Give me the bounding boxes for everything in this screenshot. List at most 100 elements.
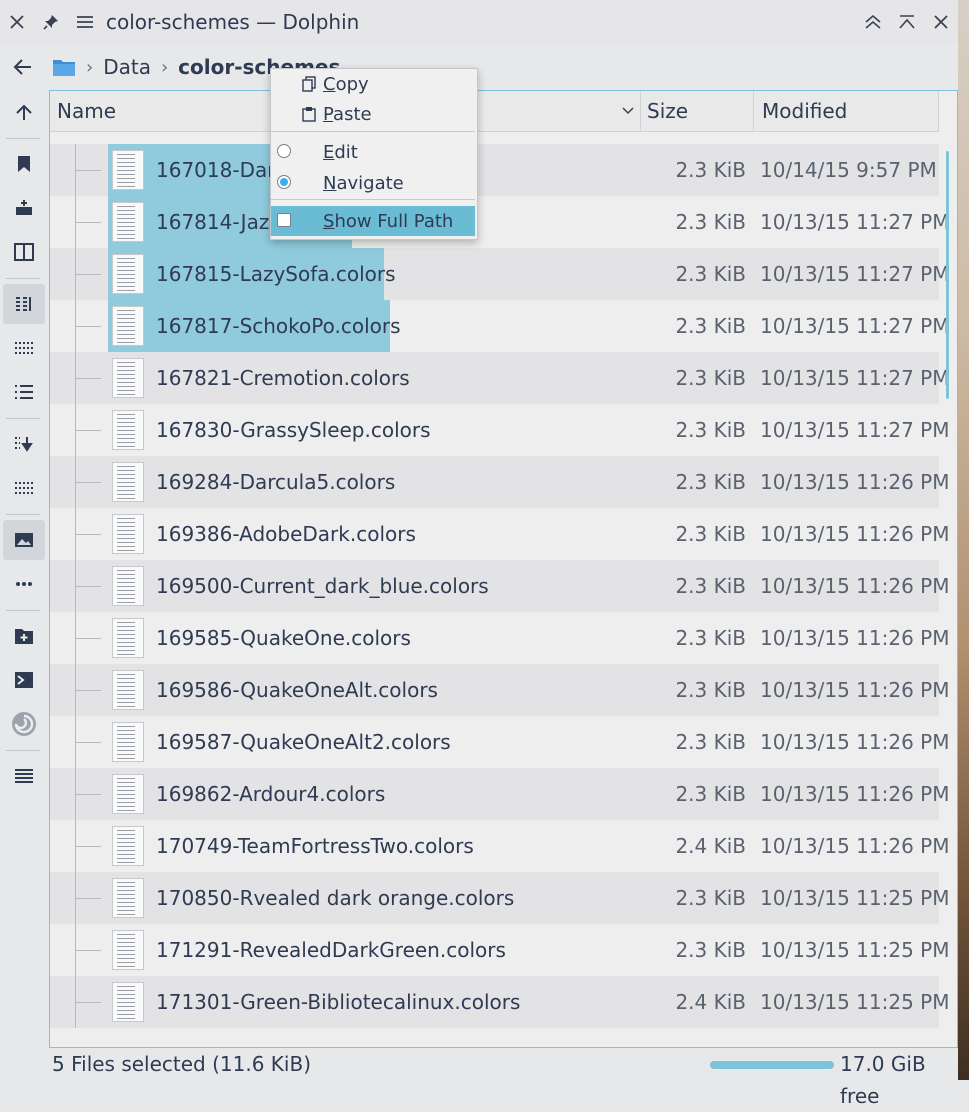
table-row[interactable]: 170850-Rvealed dark orange.colors 2.3 KiB… <box>50 872 950 924</box>
menu-separator <box>271 199 475 200</box>
file-size: 2.3 KiB <box>675 470 746 494</box>
status-bar: 5 Files selected (11.6 KiB) 17.0 GiB fre… <box>0 1048 958 1108</box>
menu-item-copy[interactable]: Copy <box>271 69 475 99</box>
more-button[interactable] <box>3 564 45 604</box>
hamburger-menu-button[interactable] <box>3 756 45 796</box>
table-row[interactable]: 171291-RevealedDarkGreen.colors 2.3 KiB 10… <box>50 924 950 976</box>
split-view-button[interactable] <box>3 232 45 272</box>
chevron-down-icon <box>622 107 634 115</box>
table-row[interactable]: 169862-Ardour4.colors 2.3 KiB 10/13/15 11:… <box>50 768 950 820</box>
list-view-button[interactable] <box>3 372 45 412</box>
table-row[interactable]: 167817-SchokoPo.colors 2.3 KiB 10/13/15 11… <box>50 300 950 352</box>
table-row[interactable]: 167814-Jazz 2.3 KiB 10/13/15 11:27 PM <box>50 196 950 248</box>
terminal-button[interactable] <box>3 660 45 700</box>
toolbar-separator <box>6 610 40 611</box>
table-row[interactable]: 167018-Darc 2.3 KiB 10/14/15 9:57 PM <box>50 144 939 196</box>
window-menu-button[interactable] <box>68 0 102 44</box>
breadcrumb-separator: › <box>86 56 94 78</box>
file-name: 171291-RevealedDarkGreen.colors <box>156 938 506 962</box>
bookmark-button[interactable] <box>3 144 45 184</box>
file-thumbnail-icon <box>112 670 144 710</box>
add-place-button[interactable] <box>3 188 45 228</box>
tree-line <box>75 430 101 431</box>
column-size-label: Size <box>647 99 689 123</box>
file-name: 169862-Ardour4.colors <box>156 782 386 806</box>
title-bar: color-schemes — Dolphin <box>0 0 958 44</box>
tree-line <box>75 482 101 483</box>
preview-button[interactable] <box>3 520 45 560</box>
image-icon <box>15 533 33 547</box>
column-modified[interactable]: Modified <box>754 91 939 131</box>
close-button[interactable] <box>924 0 958 44</box>
group-button[interactable] <box>3 468 45 508</box>
menu-item-show-full-path[interactable]: Show Full Path <box>271 206 475 236</box>
file-size: 2.3 KiB <box>675 210 746 234</box>
menu-item-paste[interactable]: Paste <box>271 99 475 129</box>
file-size: 2.3 KiB <box>675 886 746 910</box>
view-columns-icon <box>16 297 31 311</box>
menu-item-edit[interactable]: Edit <box>271 137 475 167</box>
file-name: 167815-LazySofa.colors <box>156 262 396 286</box>
table-row[interactable]: 169587-QuakeOneAlt2.colors 2.3 KiB 10/13/1… <box>50 716 950 768</box>
mnemonic-letter: C <box>323 73 336 95</box>
pin-button[interactable] <box>34 0 68 44</box>
more-icon <box>16 582 32 586</box>
keep-above-button[interactable] <box>856 0 890 44</box>
file-modified: 10/13/15 11:27 PM <box>760 262 950 286</box>
grid-icon <box>15 342 33 354</box>
split-view-icon <box>14 243 34 261</box>
toolbar-separator <box>6 750 40 751</box>
back-button[interactable] <box>0 44 46 90</box>
table-row[interactable]: 170749-TeamFortressTwo.colors 2.4 KiB 10/1… <box>50 820 950 872</box>
file-modified: 10/13/15 11:27 PM <box>760 314 950 338</box>
file-thumbnail-icon <box>112 566 144 606</box>
file-thumbnail-icon <box>112 774 144 814</box>
new-folder-button[interactable] <box>3 616 45 656</box>
app-logo-button[interactable] <box>3 704 45 744</box>
icons-view-button[interactable] <box>3 328 45 368</box>
file-modified: 10/13/15 11:27 PM <box>760 366 950 390</box>
close-window-button[interactable] <box>0 0 34 44</box>
sort-button[interactable] <box>3 424 45 464</box>
maximize-button[interactable] <box>890 0 924 44</box>
file-name: 167018-Darc <box>156 158 286 182</box>
file-view[interactable]: Name Size Modified 167018-Darc 2.3 KiB 10/… <box>49 90 958 1048</box>
table-row[interactable]: 167830-GrassySleep.colors 2.3 KiB 10/13/15… <box>50 404 950 456</box>
menu-label-rest: avigate <box>336 172 404 194</box>
table-row[interactable]: 169586-QuakeOneAlt.colors 2.3 KiB 10/13/15… <box>50 664 950 716</box>
file-thumbnail-icon <box>112 358 144 398</box>
column-name-label: Name <box>57 99 117 123</box>
breadcrumb-item-data[interactable]: Data <box>103 55 151 79</box>
file-thumbnail-icon <box>112 514 144 554</box>
details-view-button[interactable] <box>3 284 45 324</box>
table-row[interactable]: 169284-Darcula5.colors 2.3 KiB 10/13/15 11… <box>50 456 950 508</box>
table-row[interactable]: 171301-Green-Bibliotecalinux.colors 2.4 K… <box>50 976 950 1028</box>
sort-down-icon <box>15 437 33 452</box>
table-row[interactable]: 167821-Cremotion.colors 2.3 KiB 10/13/15 1… <box>50 352 950 404</box>
file-size: 2.3 KiB <box>675 730 746 754</box>
file-thumbnail-icon <box>112 618 144 658</box>
free-space-bar[interactable] <box>710 1061 834 1069</box>
desktop-wallpaper <box>958 0 969 1080</box>
table-row[interactable]: 169585-QuakeOne.colors 2.3 KiB 10/13/15 11… <box>50 612 950 664</box>
spiral-icon <box>12 712 36 736</box>
hamburger-icon <box>77 16 93 28</box>
table-row[interactable]: 169386-AdobeDark.colors 2.3 KiB 10/13/15 1… <box>50 508 950 560</box>
file-modified: 10/13/15 11:26 PM <box>760 522 950 546</box>
file-thumbnail-icon <box>112 930 144 970</box>
menu-separator <box>271 131 475 132</box>
mnemonic-letter: E <box>323 141 335 163</box>
up-button[interactable] <box>3 93 45 133</box>
file-size: 2.3 KiB <box>675 574 746 598</box>
scrollbar[interactable] <box>946 151 949 399</box>
file-size: 2.3 KiB <box>675 158 746 182</box>
tree-line <box>75 794 101 795</box>
column-size[interactable]: Size <box>641 91 754 131</box>
folder-icon[interactable] <box>52 57 76 77</box>
table-row[interactable]: 169500-Current_dark_blue.colors 2.3 KiB 10… <box>50 560 950 612</box>
file-thumbnail-icon <box>112 150 144 190</box>
table-row[interactable]: 167815-LazySofa.colors 2.3 KiB 10/13/15 11… <box>50 248 950 300</box>
menu-item-navigate[interactable]: Navigate <box>271 168 475 198</box>
file-modified: 10/13/15 11:25 PM <box>760 990 950 1014</box>
drive-add-icon <box>16 200 32 215</box>
